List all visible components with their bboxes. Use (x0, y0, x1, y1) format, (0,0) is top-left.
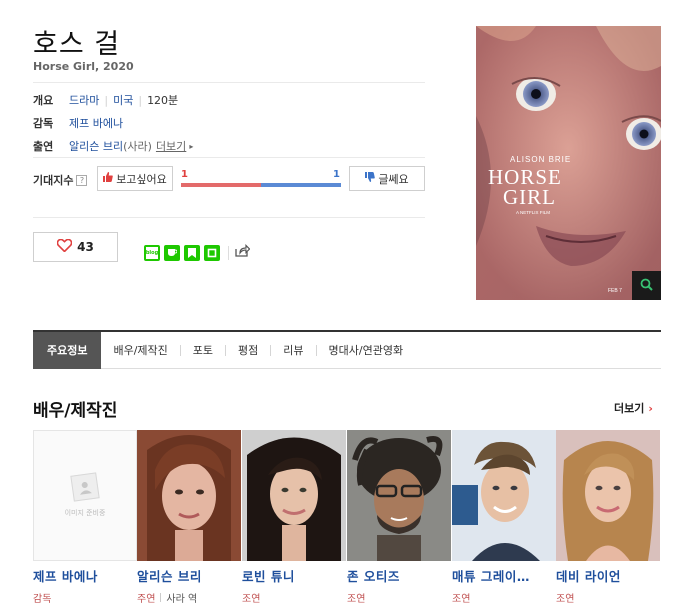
want-count: 1 (181, 169, 188, 180)
divider (33, 157, 425, 158)
no-image-text: 이미지 준비중 (64, 508, 106, 517)
divider (33, 82, 425, 83)
cast-card[interactable]: 데비 라이언 조연 (556, 430, 660, 605)
cast-name[interactable]: 로빈 튜니 (242, 566, 346, 585)
cast-section-title: 배우/제작진 (33, 401, 118, 421)
cast-name[interactable]: 매튜 그레이… (452, 566, 556, 585)
poster-zoom-button[interactable] (632, 271, 661, 300)
meh-label: 글쎄요 (378, 172, 409, 186)
want-to-see-label: 보고싶어요 (116, 172, 167, 186)
cast-card[interactable]: 알리슨 브리 주연 사라 역 (137, 430, 241, 605)
poster-date: FEB 7 (608, 288, 622, 294)
cast-photo[interactable] (137, 430, 241, 561)
cast-more-link[interactable]: 더보기 (156, 138, 186, 154)
tab-rating[interactable]: 평점 (226, 332, 270, 369)
heart-icon (56, 238, 73, 256)
cast-photo[interactable] (242, 430, 346, 561)
bookmark-share-icon[interactable] (184, 244, 200, 261)
movie-poster[interactable]: ALISON BRIE HORSE GIRL A NETFLIX FILM FE… (476, 26, 661, 300)
no-image-placeholder: 이미지 준비중 (33, 430, 137, 561)
poster-actor: ALISON BRIE (510, 155, 571, 164)
genre-link[interactable]: 드라마 (69, 92, 99, 108)
tab-quotes-related[interactable]: 명대사/연관영화 (317, 332, 416, 369)
meh-count: 1 (333, 169, 340, 180)
cast-role-row: 조연 (556, 590, 660, 605)
meh-button[interactable]: 글쎄요 (349, 166, 425, 191)
role-separator (160, 593, 162, 602)
cast-main-link[interactable]: 알리슨 브리 (69, 138, 123, 154)
separator: | (138, 93, 143, 107)
help-icon[interactable]: ? (76, 174, 88, 186)
tab-main-info[interactable]: 주요정보 (33, 331, 102, 369)
expectation-gauge (181, 183, 341, 187)
cast-card[interactable]: 매튜 그레이… 조연 (452, 430, 556, 605)
cast-photo[interactable] (347, 430, 451, 561)
cast-role: (사라) (123, 140, 152, 153)
tab-cast-crew[interactable]: 배우/제작진 (101, 332, 179, 369)
like-count: 43 (77, 240, 94, 254)
gauge-meh-bar (261, 183, 341, 187)
divider (33, 217, 425, 218)
share-icon[interactable] (235, 244, 251, 261)
want-to-see-button[interactable]: 보고싶어요 (97, 166, 173, 191)
cast-role-type: 조연 (242, 594, 261, 605)
tab-review[interactable]: 리뷰 (271, 332, 315, 369)
cast-role-type: 조연 (347, 594, 366, 605)
cast-photo[interactable] (556, 430, 660, 561)
runtime: 120분 (147, 94, 179, 107)
cast-role-type: 감독 (33, 594, 52, 605)
cast-character: 사라 역 (166, 594, 198, 605)
cast-role-type: 주연 (137, 594, 156, 605)
share-bar: blog (144, 244, 251, 261)
expectation-label: 기대지수 ? (33, 172, 88, 188)
cast-name[interactable]: 제프 바에나 (33, 566, 137, 585)
poster-title-line2: GIRL (503, 185, 556, 209)
cast-name[interactable]: 데비 라이언 (556, 566, 660, 585)
cast-role-type: 조연 (452, 594, 471, 605)
cafe-share-icon[interactable] (164, 244, 180, 261)
caret-right-icon: ▸ (189, 141, 194, 151)
chevron-right-icon: › (648, 401, 653, 415)
share-separator (228, 245, 229, 260)
cast-role-row: 조연 (452, 590, 556, 605)
cast-card[interactable]: 존 오티즈 조연 (347, 430, 451, 605)
cast-card[interactable]: 로빈 튜니 조연 (242, 430, 346, 605)
movie-title: 호스 걸 (33, 29, 121, 60)
cast-photo[interactable] (452, 430, 556, 561)
cast-label: 출연 (33, 140, 54, 153)
cast-role-row: 주연 사라 역 (137, 590, 241, 605)
cast-more-button[interactable]: 더보기 › (614, 400, 653, 416)
gauge-want-bar (181, 183, 261, 187)
info-cast-row: 출연 알리슨 브리 (사라) 더보기 ▸ (33, 138, 193, 154)
separator: | (104, 93, 109, 107)
thumbs-up-icon (103, 172, 113, 185)
thumbs-down-icon (365, 172, 376, 185)
director-label: 감독 (33, 117, 54, 130)
movie-subtitle: Horse Girl, 2020 (33, 60, 134, 73)
cast-role-row: 조연 (347, 590, 451, 605)
info-director-row: 감독 제프 바에나 (33, 115, 123, 131)
band-share-icon[interactable] (204, 244, 220, 261)
cast-name[interactable]: 존 오티즈 (347, 566, 451, 585)
overview-label: 개요 (33, 94, 54, 107)
country-link[interactable]: 미국 (113, 92, 133, 108)
cast-role-type: 조연 (556, 594, 575, 605)
tab-photo[interactable]: 포토 (181, 332, 225, 369)
cast-role-row: 조연 (242, 590, 346, 605)
expectation-label-text: 기대지수 (33, 174, 74, 187)
cast-name[interactable]: 알리슨 브리 (137, 566, 241, 585)
poster-image: ALISON BRIE HORSE GIRL A NETFLIX FILM FE… (476, 26, 661, 300)
cast-card[interactable]: 이미지 준비중 제프 바에나 감독 (33, 430, 137, 605)
poster-tagline: A NETFLIX FILM (516, 210, 550, 215)
info-overview-row: 개요 드라마 | 미국 | 120분 (33, 92, 178, 108)
photo-placeholder-icon (70, 471, 100, 502)
cast-more-label: 더보기 (614, 402, 645, 415)
blog-share-icon[interactable]: blog (144, 244, 160, 261)
tab-bar: 주요정보 배우/제작진 포토 평점 리뷰 명대사/연관영화 (33, 330, 661, 369)
director-link[interactable]: 제프 바에나 (69, 115, 123, 131)
cast-role-row: 감독 (33, 590, 137, 605)
search-icon (640, 276, 653, 295)
like-button[interactable]: 43 (33, 232, 118, 262)
